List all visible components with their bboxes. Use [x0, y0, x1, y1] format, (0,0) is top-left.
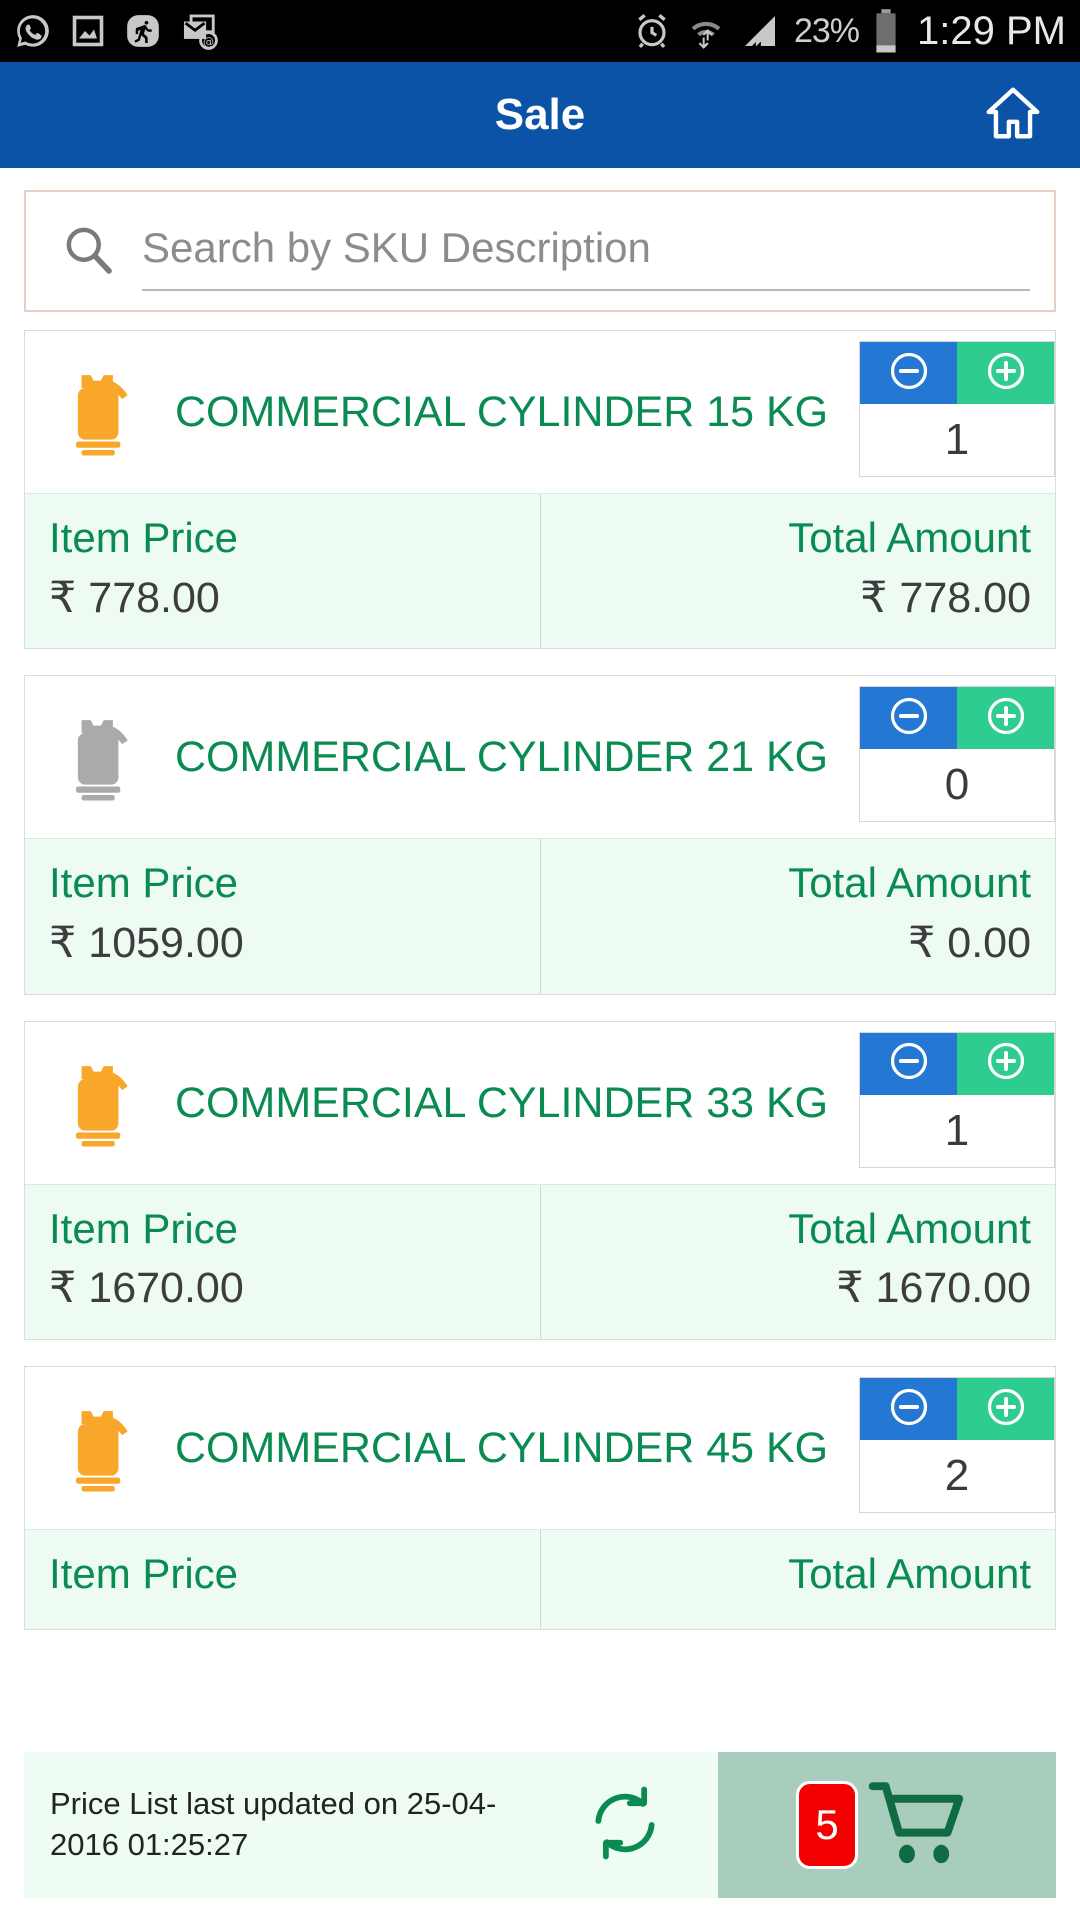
cart-button[interactable]: 5 — [718, 1752, 1056, 1898]
quantity-stepper[interactable]: 0 — [859, 686, 1055, 823]
product-card-header: COMMERCIAL CYLINDER 15 KG 1 — [25, 331, 1055, 493]
battery-percent-label: 23% — [793, 11, 860, 50]
quantity-value[interactable]: 1 — [860, 1094, 1054, 1167]
product-card[interactable]: COMMERCIAL CYLINDER 21 KG 0 Item Price ₹… — [24, 675, 1056, 995]
quantity-stepper[interactable]: 1 — [859, 1031, 1055, 1168]
plus-circle-icon — [983, 1384, 1029, 1435]
product-price-row: Item Price ₹ 778.00 Total Amount ₹ 778.0… — [25, 493, 1055, 649]
increment-button[interactable] — [957, 687, 1054, 750]
status-bar-right-icons: 23% 1:29 PM — [632, 8, 1066, 54]
stepper-buttons — [860, 1378, 1054, 1441]
home-icon — [980, 82, 1046, 149]
total-amount-cell: Total Amount ₹ 1670.00 — [540, 1184, 1055, 1340]
minus-circle-icon — [886, 1384, 932, 1435]
app-bar: Sale — [0, 62, 1080, 168]
total-amount-cell: Total Amount ₹ 0.00 — [540, 839, 1055, 994]
search-box[interactable] — [24, 190, 1056, 312]
gas-cylinder-icon — [25, 331, 175, 493]
product-price-row: Item Price Total Amount — [25, 1529, 1055, 1629]
item-price-label: Item Price — [49, 1204, 239, 1252]
product-price-row: Item Price ₹ 1670.00 Total Amount ₹ 1670… — [25, 1183, 1055, 1340]
wifi-data-icon — [686, 11, 726, 51]
stepper-buttons — [860, 342, 1054, 404]
total-amount-label: Total Amount — [788, 514, 1031, 561]
gas-cylinder-icon — [25, 1022, 175, 1184]
whatsapp-icon — [14, 12, 52, 50]
total-amount-value: ₹ 778.00 — [860, 573, 1031, 622]
product-card-header: COMMERCIAL CYLINDER 21 KG 0 — [25, 676, 1055, 838]
product-card[interactable]: COMMERCIAL CYLINDER 33 KG 1 Item Price ₹… — [24, 1020, 1056, 1341]
total-amount-label: Total Amount — [788, 1204, 1031, 1252]
refresh-icon — [584, 1782, 666, 1869]
increment-button[interactable] — [957, 1032, 1054, 1095]
minus-circle-icon — [886, 693, 932, 744]
plus-circle-icon — [983, 348, 1029, 399]
increment-button[interactable] — [957, 1378, 1054, 1441]
decrement-button[interactable] — [860, 687, 957, 750]
plus-circle-icon — [983, 693, 1029, 744]
shopping-cart-icon — [866, 1777, 978, 1874]
stepper-buttons — [860, 687, 1054, 750]
quantity-stepper[interactable]: 1 — [859, 341, 1055, 477]
footer-bar: Price List last updated on 25-04-2016 01… — [24, 1752, 1056, 1898]
minus-circle-icon — [886, 348, 932, 399]
quantity-value[interactable]: 1 — [860, 404, 1054, 476]
clock-label: 1:29 PM — [917, 8, 1066, 53]
product-card-header: COMMERCIAL CYLINDER 45 KG 2 — [25, 1367, 1055, 1529]
cart-count-badge: 5 — [796, 1781, 858, 1869]
decrement-button[interactable] — [860, 1378, 957, 1441]
gas-cylinder-icon — [25, 1367, 175, 1529]
search-area — [0, 168, 1080, 312]
item-price-label: Item Price — [49, 1550, 239, 1598]
item-price-label: Item Price — [49, 514, 239, 561]
search-icon — [60, 221, 116, 282]
fitness-run-icon — [124, 12, 162, 50]
product-list[interactable]: COMMERCIAL CYLINDER 15 KG 1 Item Price ₹… — [0, 330, 1080, 1752]
total-amount-label: Total Amount — [788, 1550, 1031, 1598]
product-price-row: Item Price ₹ 1059.00 Total Amount ₹ 0.00 — [25, 838, 1055, 994]
item-price-value: ₹ 778.00 — [49, 573, 220, 622]
battery-icon — [873, 8, 899, 54]
gas-cylinder-icon — [25, 676, 175, 838]
total-amount-value: ₹ 1670.00 — [836, 1264, 1031, 1313]
total-amount-value: ₹ 0.00 — [908, 918, 1031, 967]
item-price-cell: Item Price ₹ 778.00 — [25, 494, 540, 648]
svg-text:@: @ — [203, 35, 214, 48]
price-list-updated-label: Price List last updated on 25-04-2016 01… — [50, 1786, 497, 1862]
increment-button[interactable] — [957, 342, 1054, 404]
alarm-icon — [632, 11, 672, 51]
decrement-button[interactable] — [860, 1032, 957, 1095]
quantity-value[interactable]: 0 — [860, 749, 1054, 822]
item-price-value: ₹ 1670.00 — [49, 1264, 244, 1313]
plus-circle-icon — [983, 1038, 1029, 1089]
quantity-value[interactable]: 2 — [860, 1440, 1054, 1513]
home-button[interactable] — [980, 82, 1046, 149]
product-card-header: COMMERCIAL CYLINDER 33 KG 1 — [25, 1022, 1055, 1184]
item-price-cell: Item Price — [25, 1530, 540, 1629]
item-price-value: ₹ 1059.00 — [49, 918, 244, 967]
status-bar: @ 23% 1:29 PM — [0, 0, 1080, 62]
decrement-button[interactable] — [860, 342, 957, 404]
total-amount-label: Total Amount — [788, 859, 1031, 907]
item-price-cell: Item Price ₹ 1059.00 — [25, 839, 540, 993]
product-card[interactable]: COMMERCIAL CYLINDER 15 KG 1 Item Price ₹… — [24, 330, 1056, 650]
item-price-cell: Item Price ₹ 1670.00 — [25, 1185, 540, 1339]
stepper-buttons — [860, 1032, 1054, 1095]
price-list-panel: Price List last updated on 25-04-2016 01… — [24, 1752, 718, 1898]
email-sync-icon: @ — [180, 12, 218, 50]
refresh-price-list-button[interactable] — [558, 1782, 692, 1869]
minus-circle-icon — [886, 1038, 932, 1089]
item-price-label: Item Price — [49, 859, 239, 907]
total-amount-cell: Total Amount ₹ 778.00 — [540, 494, 1055, 649]
signal-bars-icon — [740, 11, 780, 51]
page-title: Sale — [494, 90, 586, 139]
total-amount-cell: Total Amount — [540, 1530, 1055, 1629]
quantity-stepper[interactable]: 2 — [859, 1377, 1055, 1514]
product-card[interactable]: COMMERCIAL CYLINDER 45 KG 2 Item Price T… — [24, 1366, 1056, 1630]
search-input[interactable] — [142, 211, 1030, 291]
screenshot-icon — [70, 13, 106, 49]
status-bar-left-icons: @ — [14, 12, 218, 50]
